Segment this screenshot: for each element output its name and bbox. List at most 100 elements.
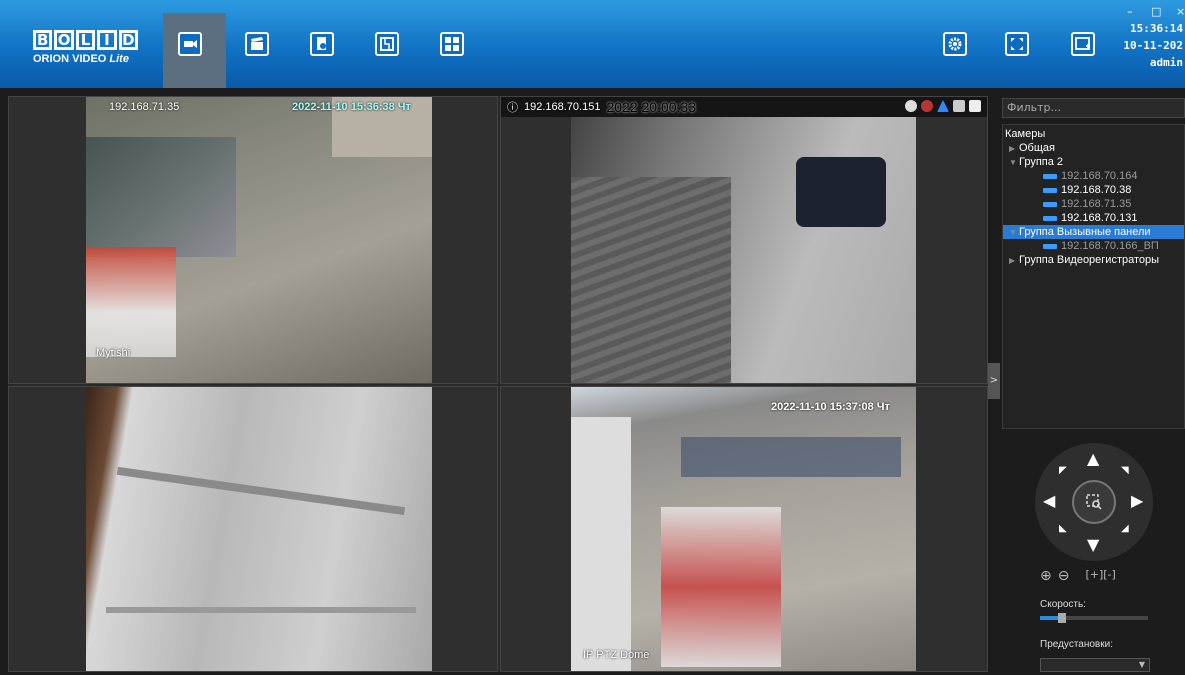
- camera-feed-2: [571, 117, 916, 383]
- grid-layout-icon: [445, 37, 459, 51]
- tree-group-item[interactable]: ▼ Группа Вызывные панели: [1003, 225, 1184, 239]
- collapse-arrow-icon[interactable]: ▶: [1009, 144, 1019, 153]
- tree-group-item[interactable]: ▼ Группа 2: [1003, 155, 1184, 169]
- tree-item-label: 192.168.70.131: [1061, 212, 1138, 224]
- maximize-button[interactable]: □: [1151, 5, 1161, 18]
- fullscreen-button[interactable]: [1005, 32, 1029, 56]
- camera-ip-overlay: 192.168.70.151: [524, 101, 601, 113]
- layout-tab-button[interactable]: [440, 32, 464, 56]
- camera-timestamp: 2022-11-10 15:37:08 Чт: [771, 401, 890, 413]
- camera-timestamp: 2022-11-10 15:36:38 Чт: [292, 101, 411, 113]
- tree-camera-item[interactable]: 192.168.70.38: [1003, 183, 1184, 197]
- tree-group-item[interactable]: ▶ Общая: [1003, 141, 1184, 155]
- zoom-icon[interactable]: [905, 100, 917, 112]
- tree-camera-item[interactable]: 192.168.70.166_ВП: [1003, 239, 1184, 253]
- speed-slider-thumb[interactable]: [1057, 613, 1066, 623]
- tree-group-item[interactable]: ▶ Группа Видеорегистраторы: [1003, 253, 1184, 267]
- camera-feed-3: [86, 387, 432, 671]
- document-search-icon: [317, 37, 326, 50]
- tree-item-label: Группа Видеорегистраторы: [1019, 254, 1160, 266]
- video-cell-3[interactable]: [8, 386, 498, 672]
- area-zoom-icon: [1086, 494, 1102, 510]
- camera-icon: [1043, 173, 1057, 179]
- minimize-button[interactable]: –: [1127, 5, 1133, 18]
- presets-dropdown[interactable]: ▼: [1040, 658, 1150, 672]
- zoom-controls: ⊕ ⊖ [+][-]: [1040, 568, 1116, 584]
- ptz-up-left-icon[interactable]: ◤: [1059, 465, 1067, 476]
- current-user: admin: [1149, 56, 1183, 69]
- logo-subtitle: ORION VIDEO Lite: [33, 53, 129, 65]
- collapse-arrow-icon[interactable]: ▶: [1009, 256, 1019, 265]
- ptz-area-zoom-button[interactable]: [1072, 480, 1116, 524]
- camera-icon: [1043, 201, 1057, 207]
- info-icon[interactable]: ⓘ: [507, 99, 518, 115]
- window-button[interactable]: [1071, 32, 1095, 56]
- cameras-tab-button[interactable]: [178, 32, 202, 56]
- ptz-joystick: ▲ ▼ ◀ ▶ ◤ ◥ ◣ ◢: [1035, 443, 1153, 561]
- alarm-icon[interactable]: [937, 100, 949, 112]
- camera-tools: [905, 100, 981, 112]
- camera-icon: [1043, 187, 1057, 193]
- tree-item-label: 192.168.71.35: [1061, 198, 1132, 210]
- expand-arrow-icon[interactable]: ▼: [1009, 228, 1019, 237]
- ptz-down-right-icon[interactable]: ◢: [1121, 523, 1129, 534]
- logo-letter: L: [75, 30, 96, 50]
- logo-letter: O: [54, 30, 74, 50]
- ptz-down-icon[interactable]: ▼: [1087, 535, 1099, 554]
- tree-camera-item[interactable]: 192.168.70.131: [1003, 211, 1184, 225]
- tree-camera-item[interactable]: 192.168.70.164: [1003, 169, 1184, 183]
- tree-camera-item[interactable]: 192.168.71.35: [1003, 197, 1184, 211]
- archive-tab-button[interactable]: [245, 32, 269, 56]
- ptz-up-right-icon[interactable]: ◥: [1121, 465, 1129, 476]
- video-cell-4[interactable]: 2022-11-10 15:37:08 Чт IP PTZ Dome: [500, 386, 988, 672]
- camera-icon: [1043, 243, 1057, 249]
- speed-slider[interactable]: [1040, 613, 1148, 623]
- clock-date: 10-11-202: [1123, 39, 1183, 52]
- window-icon: [1075, 37, 1090, 50]
- camera-caption: IP PTZ Dome: [583, 649, 650, 661]
- video-grid: 192.168.71.35 2022-11-10 15:36:38 Чт Myt…: [8, 96, 988, 672]
- events-tab-button[interactable]: [310, 32, 334, 56]
- expand-arrow-icon[interactable]: ▼: [1009, 158, 1019, 167]
- ptz-down-left-icon[interactable]: ◣: [1059, 523, 1067, 534]
- camera-icon: [1043, 215, 1057, 221]
- zoom-out-icon[interactable]: ⊖: [1058, 568, 1070, 584]
- video-cell-1[interactable]: 192.168.71.35 2022-11-10 15:36:38 Чт Myt…: [8, 96, 498, 384]
- tree-item-label: Общая: [1019, 142, 1055, 154]
- tree-root[interactable]: Камеры: [1003, 127, 1184, 141]
- snapshot-icon[interactable]: [969, 100, 981, 112]
- right-panel: Фильтр... Камеры ▶ Общая ▼ Группа 2 192.168.…: [1000, 96, 1185, 672]
- clock: 15:36:14 10-11-202 admin: [1123, 20, 1183, 71]
- filter-input[interactable]: Фильтр...: [1002, 98, 1185, 118]
- speed-label: Скорость:: [1040, 599, 1086, 610]
- logo-letter: I: [97, 30, 117, 50]
- bolid-logo: BOLID ORION VIDEO Lite: [33, 30, 139, 74]
- ptz-left-icon[interactable]: ◀: [1043, 491, 1055, 510]
- tree-item-label: 192.168.70.164: [1061, 170, 1138, 182]
- plan-tab-button[interactable]: [375, 32, 399, 56]
- presets-label: Предустановки:: [1040, 639, 1113, 650]
- ptz-up-icon[interactable]: ▲: [1087, 449, 1099, 468]
- video-cell-2[interactable]: ⓘ 192.168.70.151 2022 20:00:33: [500, 96, 988, 384]
- zoom-in-icon[interactable]: ⊕: [1040, 568, 1052, 584]
- record-icon[interactable]: [921, 100, 933, 112]
- focus-controls[interactable]: [+][-]: [1085, 568, 1115, 584]
- film-clapper-icon: [251, 37, 263, 50]
- tree-item-label: Группа 2: [1019, 156, 1064, 168]
- floor-plan-icon: [380, 37, 394, 51]
- chevron-down-icon: ▼: [1138, 660, 1145, 669]
- settings-button[interactable]: [943, 32, 967, 56]
- camera-tree: Камеры ▶ Общая ▼ Группа 2 192.168.70.164 192.…: [1002, 124, 1185, 429]
- camera-timestamp: 2022 20:00:33: [606, 99, 696, 115]
- logo-letter: D: [118, 30, 139, 50]
- camera-feed-1: [86, 97, 432, 383]
- panel-toggle-button[interactable]: >: [988, 363, 1000, 399]
- logo-letter: B: [33, 30, 53, 50]
- camera-ip-overlay: 192.168.71.35: [109, 101, 180, 113]
- fullscreen-cell-icon[interactable]: [953, 100, 965, 112]
- tree-item-label: 192.168.70.38: [1061, 184, 1132, 196]
- close-button[interactable]: ×: [1176, 5, 1185, 18]
- camera-caption: Mytishi: [96, 347, 131, 359]
- settings-icon: [948, 37, 962, 51]
- ptz-right-icon[interactable]: ▶: [1131, 491, 1143, 510]
